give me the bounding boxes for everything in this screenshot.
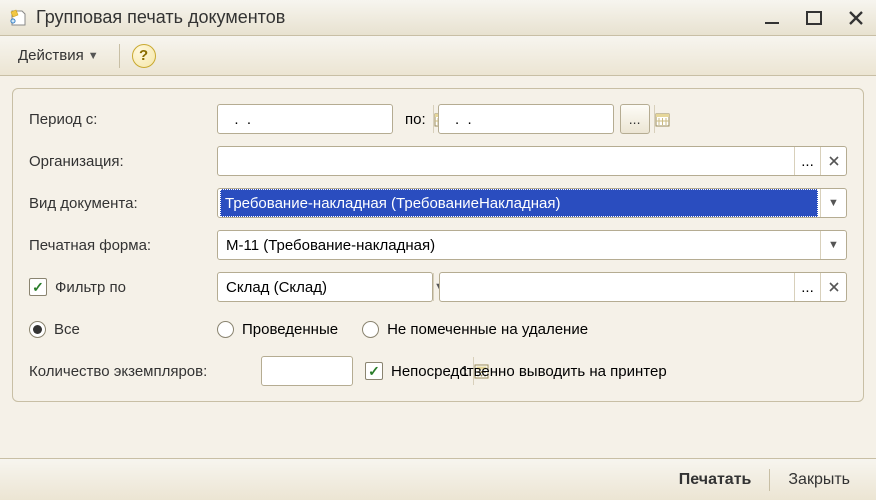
radio-all-wrapper: Все <box>29 321 217 338</box>
period-to-label: по: <box>405 111 426 128</box>
dropdown-button[interactable]: ▼ <box>820 189 846 217</box>
direct-print-label: Непосредственно выводить на принтер <box>391 363 667 380</box>
filter-field-input[interactable] <box>218 273 433 301</box>
radio-all-input[interactable] <box>29 321 46 338</box>
filter-value-field[interactable]: ... <box>439 272 847 302</box>
print-form-controls: ▼ <box>217 230 847 260</box>
actions-menu-button[interactable]: Действия ▼ <box>10 43 107 68</box>
minimize-button[interactable] <box>760 6 784 30</box>
clear-button[interactable] <box>820 273 846 301</box>
print-form-label: Печатная форма: <box>29 237 217 254</box>
radio-posted-label: Проведенные <box>242 321 338 338</box>
calendar-icon[interactable] <box>654 105 670 133</box>
period-from-input[interactable] <box>218 105 433 133</box>
select-button[interactable]: ... <box>794 147 820 175</box>
period-to-field[interactable] <box>438 104 614 134</box>
row-organization: Организация: ... <box>29 145 847 177</box>
direct-print-checkbox[interactable] <box>365 362 383 380</box>
form-panel: Период с: по: ... <box>12 88 864 402</box>
period-from-field[interactable] <box>217 104 393 134</box>
filter-controls: ▼ ... <box>217 272 847 302</box>
footer: Печатать Закрыть <box>0 458 876 500</box>
print-button[interactable]: Печатать <box>667 465 764 495</box>
maximize-button[interactable] <box>802 6 826 30</box>
dropdown-button[interactable]: ▼ <box>820 231 846 259</box>
titlebar-buttons <box>760 6 868 30</box>
form-area: Период с: по: ... <box>0 76 876 458</box>
chevron-down-icon: ▼ <box>828 239 839 251</box>
close-button[interactable] <box>844 6 868 30</box>
select-button[interactable]: ... <box>794 273 820 301</box>
period-picker-button[interactable]: ... <box>620 104 650 134</box>
filter-field-select[interactable]: ▼ <box>217 272 433 302</box>
print-form-input[interactable] <box>218 231 820 259</box>
help-icon: ? <box>139 47 148 64</box>
radio-posted-input[interactable] <box>217 321 234 338</box>
copies-label: Количество экземпляров: <box>29 363 261 380</box>
footer-separator <box>769 469 770 491</box>
organization-field[interactable]: ... <box>217 146 847 176</box>
radio-rest: Проведенные Не помеченные на удаление <box>217 321 847 338</box>
actions-menu-label: Действия <box>18 47 84 64</box>
row-radio-group: Все Проведенные Не помеченные на удалени… <box>29 313 847 345</box>
toolbar: Действия ▼ ? <box>0 36 876 76</box>
close-form-button[interactable]: Закрыть <box>776 465 862 495</box>
doc-type-value: Требование-накладная (ТребованиеНакладна… <box>220 189 818 217</box>
radio-not-marked-label: Не помеченные на удаление <box>387 321 588 338</box>
window-title: Групповая печать документов <box>36 7 760 28</box>
row-copies: Количество экземпляров: Непосредственно … <box>29 355 847 387</box>
row-print-form: Печатная форма: ▼ <box>29 229 847 261</box>
filter-by-checkbox[interactable] <box>29 278 47 296</box>
row-filter: Фильтр по ▼ ... <box>29 271 847 303</box>
radio-all[interactable]: Все <box>29 321 80 338</box>
chevron-down-icon: ▼ <box>828 197 839 209</box>
radio-not-marked-input[interactable] <box>362 321 379 338</box>
period-from-label: Период с: <box>29 111 217 128</box>
print-form-field[interactable]: ▼ <box>217 230 847 260</box>
row-period: Период с: по: ... <box>29 103 847 135</box>
filter-by-label: Фильтр по <box>29 278 217 296</box>
doc-type-controls: Требование-накладная (ТребованиеНакладна… <box>217 188 847 218</box>
doc-type-label: Вид документа: <box>29 195 217 212</box>
organization-label: Организация: <box>29 153 217 170</box>
filter-by-text: Фильтр по <box>55 279 126 296</box>
period-controls: по: ... <box>217 104 847 134</box>
help-button[interactable]: ? <box>132 44 156 68</box>
doc-type-field[interactable]: Требование-накладная (ТребованиеНакладна… <box>217 188 847 218</box>
radio-not-marked[interactable]: Не помеченные на удаление <box>362 321 588 338</box>
row-doc-type: Вид документа: Требование-накладная (Тре… <box>29 187 847 219</box>
organization-controls: ... <box>217 146 847 176</box>
titlebar: Групповая печать документов <box>0 0 876 36</box>
radio-posted[interactable]: Проведенные <box>217 321 338 338</box>
organization-input[interactable] <box>218 147 794 175</box>
app-icon <box>8 8 28 28</box>
copies-field[interactable] <box>261 356 353 386</box>
filter-value-input[interactable] <box>440 273 794 301</box>
toolbar-separator <box>119 44 120 68</box>
chevron-down-icon: ▼ <box>88 50 99 62</box>
clear-button[interactable] <box>820 147 846 175</box>
radio-all-label: Все <box>54 321 80 338</box>
window: Групповая печать документов Действия ▼ ?… <box>0 0 876 500</box>
